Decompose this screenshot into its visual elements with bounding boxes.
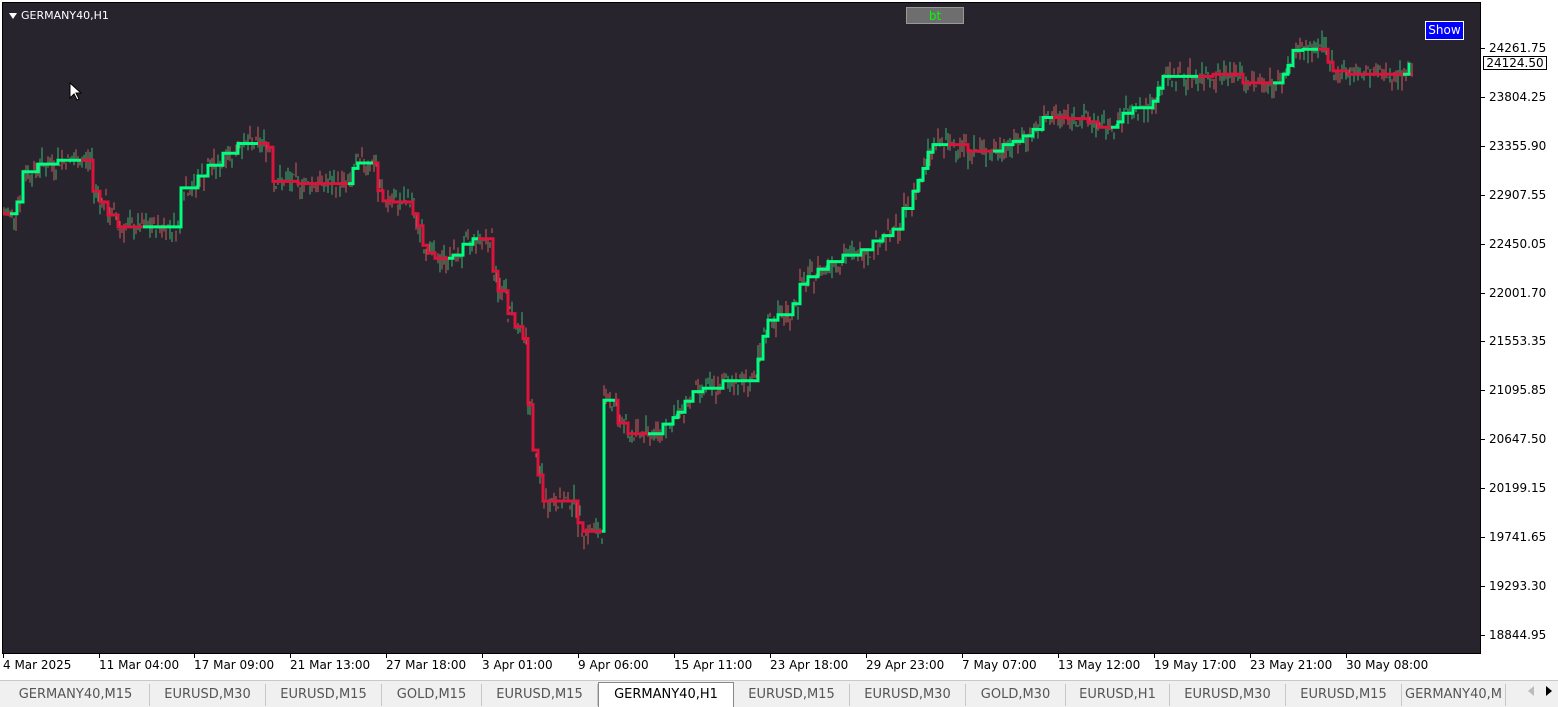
symbol-header[interactable]: GERMANY40,H1 [9, 9, 109, 22]
time-label: 21 Mar 13:00 [290, 658, 371, 672]
price-label: 23804.25 [1489, 89, 1547, 104]
price-label: 21553.35 [1489, 334, 1547, 349]
price-chart[interactable] [3, 3, 1480, 653]
price-tick [1481, 243, 1485, 245]
chart-tab[interactable]: GERMANY40,M15 [2, 684, 150, 706]
chart-tab[interactable]: EURUSD,M30 [150, 684, 266, 706]
chart-tab[interactable]: EURUSD,M15 [734, 684, 850, 706]
price-label: 20199.15 [1489, 481, 1547, 496]
price-tick [1481, 292, 1485, 294]
price-label: 22907.55 [1489, 187, 1547, 202]
chart-tab[interactable]: GOLD,M15 [382, 684, 482, 706]
chart-tab[interactable]: EURUSD,M15 [266, 684, 382, 706]
bt-button[interactable]: bt [906, 7, 964, 24]
current-price-label: 24124.50 [1483, 55, 1547, 70]
price-label: 22450.05 [1489, 236, 1547, 251]
chart-tab[interactable]: GOLD,M30 [966, 684, 1066, 706]
candles [3, 30, 1413, 550]
tab-scroll-controls [1528, 686, 1552, 696]
time-label: 29 Apr 23:00 [866, 658, 945, 672]
dropdown-triangle-icon[interactable] [9, 12, 17, 19]
uptrend-segment [993, 116, 1053, 153]
downtrend-segment [81, 158, 143, 229]
uptrend-segment [448, 237, 478, 260]
price-label: 22001.70 [1489, 285, 1547, 300]
price-label: 19293.30 [1489, 578, 1547, 593]
chart-tab[interactable]: EURUSD,M30 [850, 684, 966, 706]
uptrend-segment [348, 161, 373, 186]
time-label: 23 May 21:00 [1250, 658, 1333, 672]
downtrend-segment [478, 237, 602, 533]
time-label: 9 Apr 06:00 [578, 658, 649, 672]
chart-tab[interactable]: EURUSD,M30 [1170, 684, 1286, 706]
price-label: 21095.85 [1489, 383, 1547, 398]
time-label: 23 Apr 18:00 [770, 658, 849, 672]
downtrend-segment [948, 143, 993, 153]
price-tick [1481, 634, 1485, 636]
chart-tab[interactable]: GERMANY40,M [1402, 684, 1506, 706]
price-tick [1481, 390, 1485, 392]
chart-tab[interactable]: EURUSD,M15 [1286, 684, 1402, 706]
price-label: 23355.90 [1489, 138, 1547, 153]
price-tick [1481, 537, 1485, 538]
time-axis[interactable]: 4 Mar 2025 11 Mar 04:00 17 Mar 09:00 21 Mar… [0, 654, 1481, 678]
price-label: 19741.65 [1489, 530, 1547, 544]
chart-tab-bar: GERMANY40,M15 EURUSD,M30 EURUSD,M15 GOLD,M1… [0, 680, 1558, 707]
price-axis[interactable]: 24261.75 23804.25 23355.90 22907.55 22450.05… [1481, 2, 1558, 654]
chart-area[interactable]: GERMANY40,H1 bt Show [2, 2, 1481, 654]
time-label: 15 Apr 11:00 [674, 658, 753, 672]
price-label: 24261.75 [1489, 41, 1547, 55]
time-label: 3 Apr 01:00 [482, 658, 553, 672]
time-label: 7 May 07:00 [962, 658, 1037, 672]
time-label: 13 May 12:00 [1058, 658, 1141, 672]
price-tick [1481, 194, 1485, 196]
symbol-title: GERMANY40,H1 [21, 9, 109, 22]
chart-tab[interactable]: EURUSD,H1 [1066, 684, 1170, 706]
uptrend-segment [648, 143, 948, 436]
price-tick [1481, 96, 1485, 98]
downtrend-segment [373, 161, 448, 260]
time-label: 19 May 17:00 [1154, 658, 1237, 672]
show-button[interactable]: Show [1425, 21, 1464, 40]
time-label: 30 May 08:00 [1346, 658, 1429, 672]
price-tick [1481, 488, 1485, 490]
chart-tab[interactable]: GERMANY40,H1 [598, 682, 734, 707]
price-label: 20647.50 [1489, 432, 1547, 447]
price-tick [1481, 341, 1485, 343]
uptrend-segment [602, 398, 615, 533]
price-tick [1481, 48, 1485, 49]
time-label: 17 Mar 09:00 [194, 658, 275, 672]
scroll-left-icon[interactable] [1528, 686, 1534, 696]
price-label: 18844.95 [1489, 627, 1547, 642]
price-tick [1481, 145, 1485, 147]
time-label: 27 Mar 18:00 [386, 658, 467, 672]
price-tick [1481, 439, 1485, 441]
uptrend-segment [1111, 74, 1198, 129]
mouse-pointer-icon [69, 82, 83, 101]
price-tick [1481, 585, 1485, 587]
scroll-right-icon[interactable] [1546, 686, 1552, 696]
time-label: 4 Mar 2025 [3, 658, 72, 672]
time-label: 11 Mar 04:00 [99, 658, 180, 672]
chart-tab[interactable]: EURUSD,M15 [482, 684, 598, 706]
